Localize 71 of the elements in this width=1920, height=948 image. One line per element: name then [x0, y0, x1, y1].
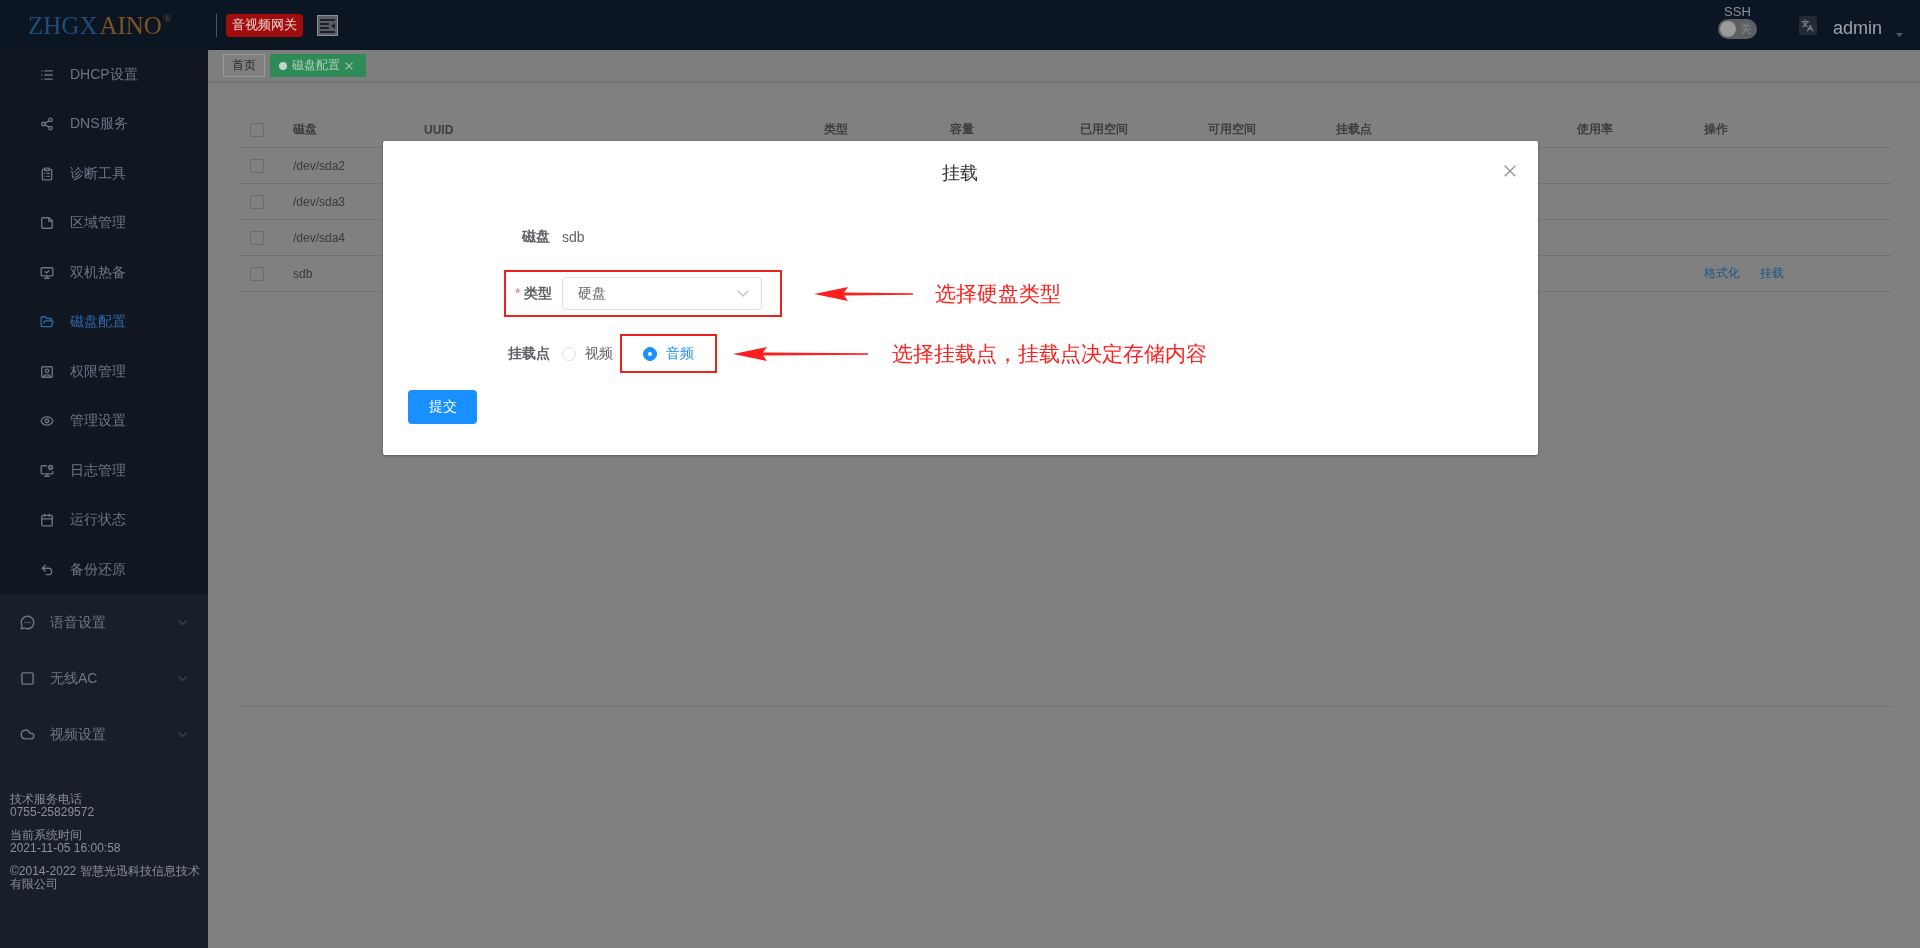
sidebar-item[interactable]: 管理设置 — [0, 396, 208, 446]
folder-icon — [40, 315, 54, 330]
sidebar-item[interactable]: DNS服务 — [0, 99, 208, 149]
user-name[interactable]: admin — [1832, 18, 1882, 39]
chevron-down-icon — [737, 290, 749, 297]
menu-icon[interactable] — [317, 14, 338, 36]
monitor-icon — [40, 265, 54, 280]
list-icon — [40, 67, 54, 82]
share-icon — [40, 117, 54, 132]
footer-text: 0755-25829572 — [10, 805, 96, 819]
close-icon[interactable] — [345, 61, 353, 70]
column-header: 挂载点 — [1336, 121, 1372, 138]
sidebar-group[interactable]: 视频设置 — [0, 706, 208, 763]
sidebar-item[interactable]: 运行状态 — [0, 495, 208, 545]
sidebar-item[interactable]: 区域管理 — [0, 198, 208, 248]
table-cell: /dev/sda4 — [293, 230, 346, 245]
cloud-icon — [20, 727, 35, 742]
column-header: 磁盘 — [293, 121, 317, 138]
column-header: 类型 — [824, 121, 848, 138]
calendar-icon — [40, 513, 54, 528]
tab[interactable]: 首页 — [223, 54, 265, 77]
eye-icon — [40, 414, 54, 429]
sidebar-item[interactable]: 磁盘配置 — [0, 297, 208, 347]
square-icon — [20, 671, 35, 686]
radio-icon[interactable] — [643, 346, 657, 361]
sidebar-item[interactable]: 备份还原 — [0, 545, 208, 595]
tab[interactable]: 磁盘配置 — [270, 54, 366, 77]
sidebar-group[interactable]: 无线AC — [0, 650, 208, 707]
select-field[interactable]: 硬盘 — [562, 277, 762, 310]
radio-option[interactable]: 视频 — [562, 344, 613, 363]
field-label: * 类型 — [515, 284, 550, 303]
footer-text: ©2014-2022 智慧光迅科技信息技术有限公司 — [10, 864, 201, 891]
logo: ZHGXAINO® — [28, 12, 172, 38]
column-header: 操作 — [1704, 121, 1728, 138]
sidebar-group[interactable]: 语音设置 — [0, 594, 208, 651]
close-icon[interactable] — [1504, 165, 1516, 177]
sidebar-item[interactable]: 权限管理 — [0, 347, 208, 397]
column-header: 已用空间 — [1080, 121, 1128, 138]
field-label: 磁盘 — [520, 228, 550, 246]
caret-icon[interactable] — [1896, 33, 1903, 37]
column-header: 容量 — [950, 121, 974, 138]
annotation-text: 选择挂载点，挂载点决定存储内容 — [892, 341, 1207, 366]
footer-text: 当前系统时间 — [10, 828, 83, 842]
column-header: 使用率 — [1577, 121, 1613, 138]
table-cell: /dev/sda2 — [293, 158, 346, 173]
product-badge: 音视频网关 — [226, 13, 303, 37]
sidebar-item[interactable]: 诊断工具 — [0, 149, 208, 199]
sidebar-item[interactable]: 日志管理 — [0, 446, 208, 496]
column-header: 可用空间 — [1208, 121, 1256, 138]
ssh-label: SSH — [1724, 5, 1751, 18]
monitor-icon — [40, 463, 54, 478]
sidebar-item[interactable]: 双机热备 — [0, 248, 208, 298]
table-cell: /dev/sda3 — [293, 194, 346, 209]
chat-icon — [20, 615, 35, 630]
note-icon — [40, 216, 54, 231]
clipboard-icon — [40, 166, 54, 181]
footer-text: 技术服务电话 — [10, 792, 83, 806]
translate-icon[interactable] — [1798, 15, 1817, 35]
radio-option[interactable]: 音频 — [643, 344, 694, 363]
footer-text: 2021-11-05 16:00:58 — [10, 841, 122, 855]
field-label: 挂载点 — [507, 344, 550, 363]
undo-icon — [40, 562, 54, 577]
annotation-text: 选择硬盘类型 — [935, 281, 1061, 306]
dialog-title: 挂载 — [941, 162, 978, 185]
field-value: sdb — [562, 229, 585, 245]
sidebar-item[interactable]: DHCP设置 — [0, 50, 208, 100]
column-header: UUID — [424, 122, 454, 137]
submit-button[interactable]: 提交 — [408, 390, 477, 424]
table-cell: sdb — [293, 266, 313, 281]
dot-icon — [279, 61, 287, 70]
user-card-icon — [40, 364, 54, 379]
